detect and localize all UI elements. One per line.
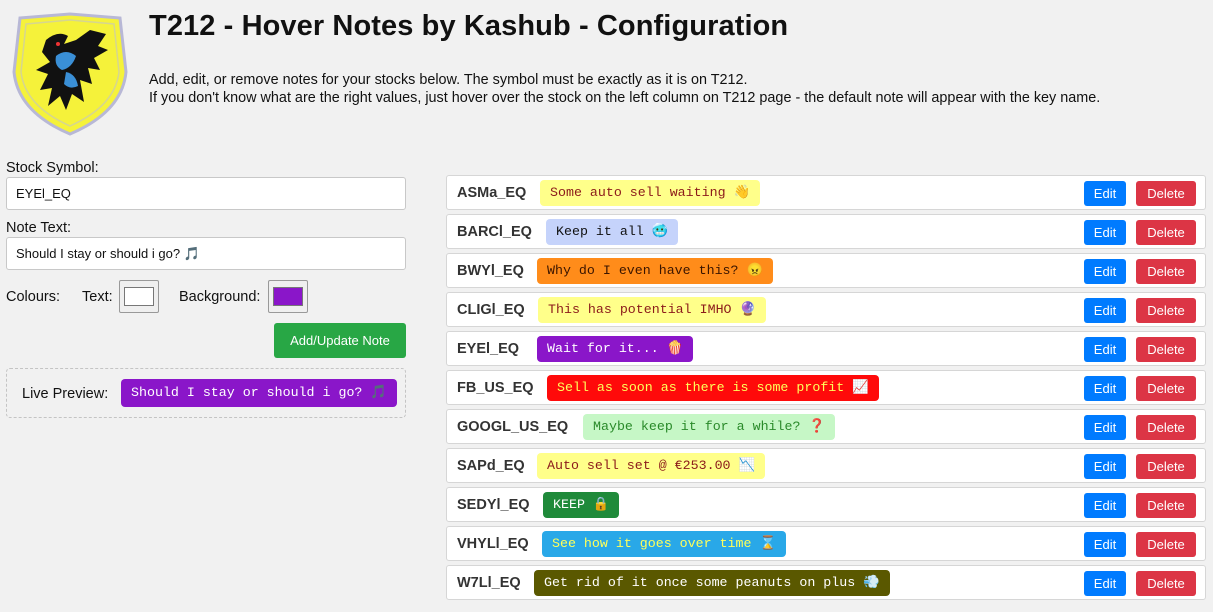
text-colour-label: Text: bbox=[82, 289, 113, 305]
page-title: T212 - Hover Notes by Kashub - Configura… bbox=[149, 10, 789, 42]
note-chip: Maybe keep it for a while? ❓ bbox=[583, 414, 836, 440]
delete-button[interactable]: Delete bbox=[1136, 493, 1196, 518]
edit-button[interactable]: Edit bbox=[1084, 532, 1126, 557]
note-chip: Wait for it... 🍿 bbox=[537, 336, 694, 362]
note-text-input[interactable] bbox=[6, 237, 406, 270]
delete-button[interactable]: Delete bbox=[1136, 337, 1196, 362]
delete-button[interactable]: Delete bbox=[1136, 259, 1196, 284]
note-row: FB_US_EQ Sell as soon as there is some pr… bbox=[446, 370, 1206, 405]
note-symbol: W7Ll_EQ bbox=[457, 575, 521, 591]
delete-button[interactable]: Delete bbox=[1136, 376, 1196, 401]
delete-button[interactable]: Delete bbox=[1136, 532, 1196, 557]
delete-button[interactable]: Delete bbox=[1136, 181, 1196, 206]
note-symbol: BARCl_EQ bbox=[457, 224, 532, 240]
note-row: ASMa_EQ Some auto sell waiting 👋 Edit Delet… bbox=[446, 175, 1206, 210]
delete-button[interactable]: Delete bbox=[1136, 220, 1196, 245]
edit-button[interactable]: Edit bbox=[1084, 493, 1126, 518]
note-chip: KEEP 🔒 bbox=[543, 492, 620, 518]
note-symbol: SEDYl_EQ bbox=[457, 497, 530, 513]
note-row: CLIGl_EQ This has potential IMHO 🔮 Edit Del… bbox=[446, 292, 1206, 327]
live-preview-label: Live Preview: bbox=[22, 386, 109, 402]
live-preview-box: Live Preview: Should I stay or should i … bbox=[6, 368, 406, 418]
note-row: EYEl_EQ Wait for it... 🍿 Edit Delete bbox=[446, 331, 1206, 366]
note-symbol: FB_US_EQ bbox=[457, 380, 534, 396]
edit-button[interactable]: Edit bbox=[1084, 220, 1126, 245]
edit-button[interactable]: Edit bbox=[1084, 337, 1126, 362]
background-colour-swatch bbox=[273, 287, 303, 306]
note-row: VHYLl_EQ See how it goes over time ⌛ Edit D… bbox=[446, 526, 1206, 561]
page-description: Add, edit, or remove notes for your stoc… bbox=[149, 71, 1100, 107]
delete-button[interactable]: Delete bbox=[1136, 571, 1196, 596]
note-symbol: GOOGL_US_EQ bbox=[457, 419, 569, 435]
background-colour-label: Background: bbox=[179, 289, 261, 305]
note-text-label: Note Text: bbox=[6, 220, 72, 236]
note-chip: Some auto sell waiting 👋 bbox=[540, 180, 761, 206]
text-colour-swatch bbox=[124, 287, 154, 306]
live-preview-chip: Should I stay or should i go? 🎵 bbox=[121, 379, 397, 407]
note-row: GOOGL_US_EQ Maybe keep it for a while? ❓ E… bbox=[446, 409, 1206, 444]
note-symbol: ASMa_EQ bbox=[457, 185, 527, 201]
add-update-note-button[interactable]: Add/Update Note bbox=[274, 323, 406, 358]
edit-button[interactable]: Edit bbox=[1084, 376, 1126, 401]
stock-symbol-input[interactable] bbox=[6, 177, 406, 210]
note-chip: See how it goes over time ⌛ bbox=[542, 531, 787, 557]
note-symbol: VHYLl_EQ bbox=[457, 536, 529, 552]
note-row: BARCl_EQ Keep it all 🥶 Edit Delete bbox=[446, 214, 1206, 249]
note-chip: Keep it all 🥶 bbox=[546, 219, 679, 245]
description-line-2: If you don't know what are the right val… bbox=[149, 90, 1101, 106]
note-symbol: CLIGl_EQ bbox=[457, 302, 525, 318]
note-symbol: SAPd_EQ bbox=[457, 458, 525, 474]
description-line-1: Add, edit, or remove notes for your stoc… bbox=[149, 72, 748, 88]
note-chip: This has potential IMHO 🔮 bbox=[538, 297, 767, 323]
delete-button[interactable]: Delete bbox=[1136, 454, 1196, 479]
background-colour-picker[interactable] bbox=[268, 280, 308, 313]
note-row: W7Ll_EQ Get rid of it once some peanuts o… bbox=[446, 565, 1206, 600]
note-symbol: BWYl_EQ bbox=[457, 263, 524, 279]
delete-button[interactable]: Delete bbox=[1136, 298, 1196, 323]
note-row: SAPd_EQ Auto sell set @ €253.00 📉 Edit Dele… bbox=[446, 448, 1206, 483]
colours-label: Colours: bbox=[6, 289, 60, 305]
note-chip: Auto sell set @ €253.00 📉 bbox=[537, 453, 766, 479]
edit-button[interactable]: Edit bbox=[1084, 454, 1126, 479]
edit-button[interactable]: Edit bbox=[1084, 571, 1126, 596]
note-row: BWYl_EQ Why do I even have this? 😠 Edit Del… bbox=[446, 253, 1206, 288]
note-row: SEDYl_EQ KEEP 🔒 Edit Delete bbox=[446, 487, 1206, 522]
edit-button[interactable]: Edit bbox=[1084, 298, 1126, 323]
note-chip: Get rid of it once some peanuts on plus … bbox=[534, 570, 890, 596]
edit-button[interactable]: Edit bbox=[1084, 259, 1126, 284]
note-chip: Why do I even have this? 😠 bbox=[537, 258, 774, 284]
stock-symbol-label: Stock Symbol: bbox=[6, 160, 99, 176]
edit-button[interactable]: Edit bbox=[1084, 415, 1126, 440]
delete-button[interactable]: Delete bbox=[1136, 415, 1196, 440]
logo-griffin-icon bbox=[12, 12, 128, 136]
note-chip: Sell as soon as there is some profit 📈 bbox=[547, 375, 879, 401]
edit-button[interactable]: Edit bbox=[1084, 181, 1126, 206]
text-colour-picker[interactable] bbox=[119, 280, 159, 313]
note-symbol: EYEl_EQ bbox=[457, 341, 520, 357]
